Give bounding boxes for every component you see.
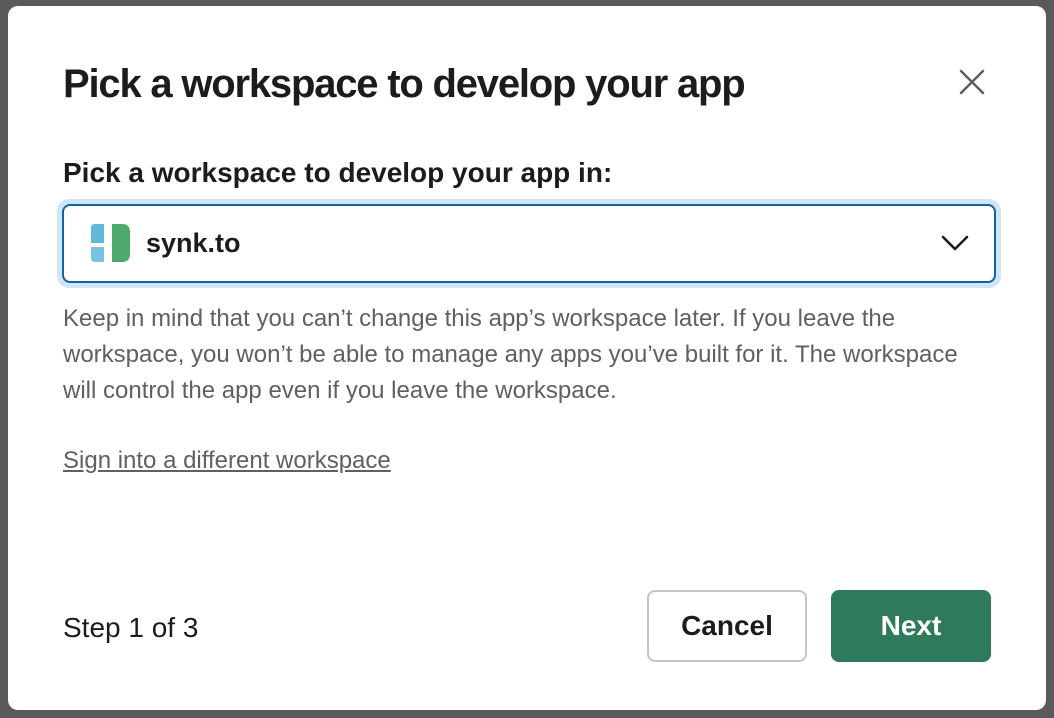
workspace-help-text: Keep in mind that you can’t change this … [63, 305, 958, 404]
create-app-modal: Pick a workspace to develop your app Pic… [8, 6, 1046, 710]
cancel-button[interactable]: Cancel [647, 590, 807, 662]
step-indicator: Step 1 of 3 [63, 612, 199, 643]
close-button[interactable] [952, 62, 992, 102]
selected-workspace-name: synk.to [146, 228, 241, 258]
workspace-select-focus-ring: synk.to [57, 199, 1001, 288]
workspace-field-label: Pick a workspace to develop your app in: [63, 157, 613, 188]
sign-into-different-workspace-link[interactable]: Sign into a different workspace [63, 443, 391, 479]
next-button[interactable]: Next [831, 590, 991, 662]
synk-logo-icon [91, 224, 130, 262]
chevron-down-icon [941, 235, 969, 251]
modal-title: Pick a workspace to develop your app [63, 62, 746, 106]
workspace-select[interactable]: synk.to [62, 204, 996, 283]
close-icon [959, 69, 985, 95]
